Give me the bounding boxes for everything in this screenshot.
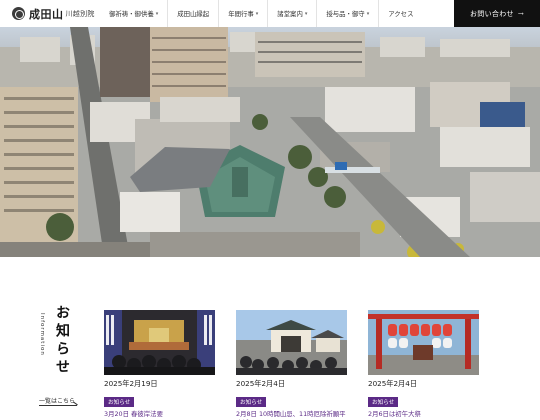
contact-label: お問い合わせ: [470, 9, 514, 18]
chevron-down-icon: ▾: [255, 10, 259, 17]
global-nav: 御祈祷・御供養 ▾ 成田山縁起 年間行事 ▾ 諸堂案内 ▾ 授与品・御守 ▾ アクセス: [100, 0, 422, 27]
news-title[interactable]: 2月8日 10時開山忌、11時厄除祈願平癒祈願: [236, 410, 347, 420]
nav-label: 授与品・御守: [326, 10, 365, 18]
nav-item-halls[interactable]: 諸堂案内 ▾: [267, 0, 316, 27]
nav-item-history[interactable]: 成田山縁起: [167, 0, 218, 27]
nav-label: アクセス: [388, 10, 414, 18]
chevron-down-icon: ▾: [304, 10, 308, 17]
logo-sub-text: 川越別院: [65, 9, 95, 18]
nav-label: 年間行事: [228, 10, 254, 18]
contact-button[interactable]: お問い合わせ →: [454, 0, 540, 27]
nav-item-prayer[interactable]: 御祈祷・御供養 ▾: [100, 0, 167, 27]
nav-label: 成田山縁起: [177, 10, 210, 18]
news-title[interactable]: 2月6日は初午大祭: [368, 410, 479, 419]
chevron-down-icon: ▾: [366, 10, 370, 17]
view-all-underline: [39, 405, 77, 406]
information-section: お知らせ Information 一覧はこちら 2025年2月19日 お知らせ …: [0, 257, 540, 420]
hero-aerial-photo: [0, 27, 540, 257]
info-heading: お知らせ: [54, 305, 70, 377]
site-logo[interactable]: 成田山 川越別院: [0, 0, 100, 27]
memorial-service-photo: [104, 310, 215, 375]
news-card-3[interactable]: 2025年2月4日 お知らせ 2月6日は初午大祭: [368, 310, 479, 419]
info-heading-en: Information: [39, 313, 45, 356]
news-date: 2025年2月4日: [236, 379, 286, 388]
temple-gate-photo: [236, 310, 347, 375]
torii-lanterns-photo: [368, 310, 479, 375]
nav-item-access[interactable]: アクセス: [378, 0, 422, 27]
logo-main-text: 成田山: [29, 7, 64, 21]
aerial-town-illustration: [0, 27, 540, 257]
news-badge: お知らせ: [104, 397, 135, 407]
nav-label: 御祈祷・御供養: [109, 10, 154, 18]
news-card-2[interactable]: 2025年2月4日 お知らせ 2月8日 10時開山忌、11時厄除祈願平癒祈願: [236, 310, 347, 420]
site-header: 成田山 川越別院 御祈祷・御供養 ▾ 成田山縁起 年間行事 ▾ 諸堂案内 ▾ 授与品・…: [0, 0, 540, 27]
nav-label: 諸堂案内: [277, 10, 303, 18]
news-title[interactable]: 3月20日 春彼岸法要: [104, 410, 215, 419]
news-badge: お知らせ: [236, 397, 267, 407]
news-date: 2025年2月4日: [368, 379, 418, 388]
arrow-right-icon: →: [517, 9, 524, 18]
view-all-link[interactable]: 一覧はこちら: [39, 396, 75, 405]
nav-item-events[interactable]: 年間行事 ▾: [218, 0, 267, 27]
nav-item-amulets[interactable]: 授与品・御守 ▾: [316, 0, 378, 27]
news-card-1[interactable]: 2025年2月19日 お知らせ 3月20日 春彼岸法要: [104, 310, 215, 419]
news-date: 2025年2月19日: [104, 379, 158, 388]
chevron-down-icon: ▾: [155, 10, 159, 17]
news-badge: お知らせ: [368, 397, 399, 407]
temple-crest-icon: [12, 7, 25, 20]
